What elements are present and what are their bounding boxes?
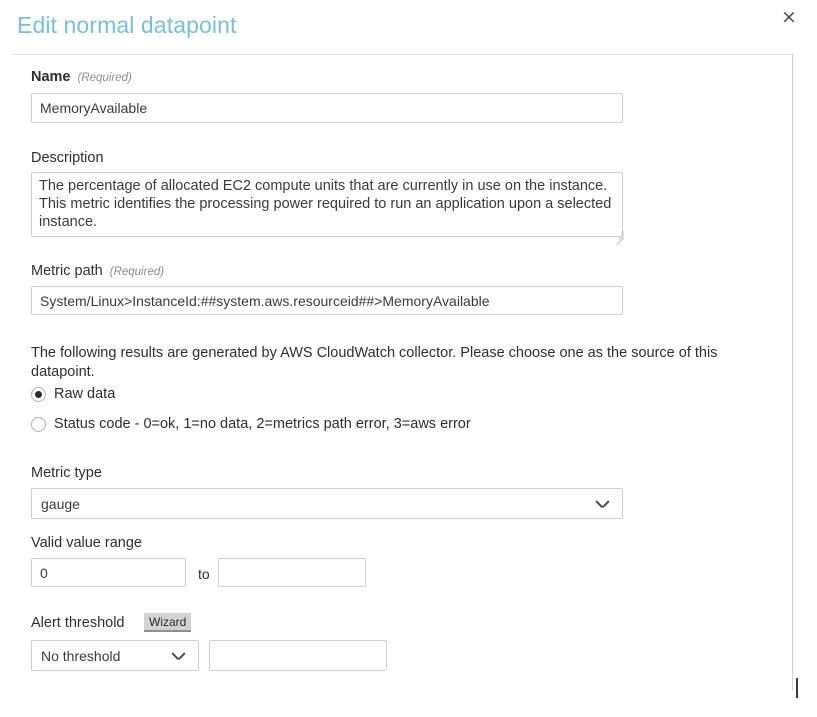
- radio-raw-data-mark[interactable]: [31, 386, 46, 402]
- name-label-text: Name: [31, 69, 71, 85]
- alert-threshold-value: No threshold: [41, 647, 121, 664]
- valid-value-max-input[interactable]: [218, 558, 366, 587]
- radio-status-code-label[interactable]: Status code - 0=ok, 1=no data, 2=metrics…: [54, 416, 471, 432]
- text-caret: [796, 678, 798, 698]
- dialog-header: Edit normal datapoint ×: [0, 0, 817, 54]
- metric-path-input[interactable]: [31, 286, 623, 315]
- radio-option-status-code[interactable]: Status code - 0=ok, 1=no data, 2=metrics…: [31, 416, 471, 432]
- radio-raw-data-label[interactable]: Raw data: [54, 386, 115, 402]
- metric-type-value: gauge: [41, 495, 80, 512]
- radio-option-raw-data[interactable]: Raw data: [31, 386, 115, 402]
- wizard-button[interactable]: Wizard: [144, 613, 192, 632]
- alert-threshold-select[interactable]: No threshold: [31, 640, 199, 671]
- metric-type-select[interactable]: gauge: [31, 488, 623, 519]
- name-label: Name (Required): [31, 69, 132, 85]
- close-icon[interactable]: ×: [778, 6, 800, 28]
- chevron-down-icon: [172, 652, 185, 661]
- description-textarea[interactable]: [31, 172, 623, 237]
- page-title: Edit normal datapoint: [17, 12, 237, 38]
- name-required-note: (Required): [77, 72, 132, 84]
- metric-path-required-note: (Required): [109, 266, 165, 278]
- description-label: Description: [31, 150, 104, 166]
- alert-threshold-label: Alert threshold: [31, 615, 125, 631]
- valid-value-min-input[interactable]: [31, 558, 186, 587]
- valid-value-range-label: Valid value range: [31, 535, 142, 551]
- chevron-down-icon: [596, 500, 609, 509]
- dialog-body-panel: Name (Required) Description Metric path (R…: [11, 54, 793, 690]
- metric-path-label-text: Metric path: [31, 263, 103, 279]
- name-input[interactable]: [31, 93, 623, 123]
- range-separator-label: to: [198, 566, 210, 582]
- alert-threshold-expression-input[interactable]: [209, 640, 387, 671]
- source-helper-text: The following results are generated by A…: [31, 345, 718, 380]
- radio-status-code-mark[interactable]: [31, 416, 46, 432]
- metric-type-label: Metric type: [31, 465, 102, 481]
- metric-path-label: Metric path (Required): [31, 263, 164, 279]
